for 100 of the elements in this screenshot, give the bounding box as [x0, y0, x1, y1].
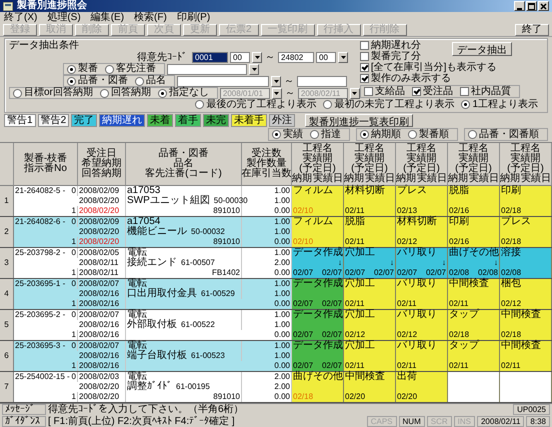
print-button[interactable]: 製番別進捗一覧表印刷 [305, 114, 414, 127]
radio-button[interactable] [105, 64, 114, 74]
due-date: 02/12 [397, 330, 418, 340]
caret-icon [352, 92, 358, 94]
radio-label: 実績 [283, 130, 303, 140]
table-cell: 61-00195 [176, 382, 210, 392]
radio-button[interactable] [310, 130, 319, 139]
group-title: データ抽出条件 [9, 40, 80, 51]
due-date: 02/11 [345, 361, 364, 370]
menu-item[interactable]: 終了(X) [4, 12, 38, 23]
menu-item[interactable]: 検索(F) [134, 12, 167, 23]
legend-chip: 納期遅れ [99, 114, 146, 127]
down-arrow: ↓ [390, 258, 394, 268]
table-cell: 接続エンド [127, 258, 177, 268]
dropdown-button[interactable] [271, 76, 281, 86]
maximize-icon [528, 2, 535, 10]
key-indicator: NUM [398, 416, 425, 427]
due-date: 02/07 [293, 268, 314, 278]
table-row[interactable]: 5 25-203695-2 - 0 1 2008/02/07 2008/02/16 2008/02/16 電転 外部取付板 61-00522 1.00 1.00 0.00 データ作成 02/07 02/07 穴加工 02/12 バリ取り 02/12 タップ 02/18 中間検査 02/18 [0, 310, 552, 341]
table-cell: 21-264082-5 - [15, 186, 66, 196]
dropdown-button[interactable] [252, 52, 262, 62]
process-name: 曲げその他 [293, 372, 342, 382]
radio-button[interactable] [100, 88, 109, 98]
table-cell: 1 [72, 299, 76, 309]
process-name: 中間検査 [345, 372, 386, 382]
due-date: 02/12 [345, 330, 366, 340]
dropdown-button[interactable] [350, 88, 360, 98]
dropdown-button[interactable] [272, 88, 282, 98]
table-cell: 1.00 [274, 320, 290, 330]
due-date: 02/11 [345, 206, 364, 216]
dropdown-button[interactable] [249, 64, 259, 74]
checkbox-label: 納期遅れ分 [370, 40, 421, 50]
due-date: 02/11 [449, 361, 468, 371]
radio-button[interactable] [323, 100, 332, 109]
header-label: 希望納期 [82, 159, 122, 169]
table-cell: 2008/02/16 [79, 361, 120, 371]
radio-button[interactable] [135, 76, 144, 86]
radio-button[interactable] [461, 100, 470, 109]
radio-label: 回答納期 [110, 88, 151, 98]
order-number-field[interactable] [167, 64, 247, 74]
row-number: 2 [4, 227, 9, 237]
table-cell: 2.00 [274, 382, 290, 392]
due-date: 02/12 [501, 299, 522, 308]
table-row[interactable]: 7 25-254002-15 - 0 1 2008/02/03 2008/02/20 2008/02/20 電転 調整ｶﾞｲﾄﾞ 61-00195 891010 2.00 2.00 0.00 曲げその他 02/18 中間検査 02/20 出荷 02/20 [0, 372, 552, 403]
table-row[interactable]: 6 25-203695-3 - 0 1 2008/02/07 2008/02/16 2008/02/16 電転 端子台取付板 61-00523 1.00 1.00 0.00 データ作成 02/07 02/07 穴加工 02/11 バリ取り 02/11 タップ 02/11 中間検査 02/11 [0, 341, 552, 372]
table-cell: 1 [72, 237, 76, 247]
radio-button[interactable] [67, 64, 76, 74]
due-date: 02/10 [293, 206, 314, 216]
maximize-button[interactable] [526, 1, 537, 11]
table-cell: 2008/02/20 [79, 227, 120, 237]
radio-button[interactable] [67, 76, 76, 86]
due-date: 02/10 [293, 237, 314, 247]
due-date: 02/13 [397, 206, 418, 216]
table-cell: 0.00 [274, 237, 290, 247]
header-label: 実績日 [313, 174, 343, 184]
radio-button[interactable] [408, 130, 417, 139]
menu-item[interactable]: 編集(E) [90, 12, 124, 23]
table-row[interactable]: 1 21-264082-5 - 0 1 2008/02/09 2008/02/20 2008/02/20 a17053 SWPユニット組図 50-00030 891010 1.00 1.00 0.00 フィルム 02/10 材料切断 02/11 プレス 02/13 脱脂 02/16 印刷 02/18 [0, 186, 552, 217]
menu-item[interactable]: 処理(S) [47, 12, 81, 23]
table-row[interactable]: 2 21-264082-6 - 0 1 2008/02/09 2008/02/20 2008/02/20 a17054 機能ビニール 50-00032 891010 1.00 1.00 0.00 フィルム 02/10 脱脂 02/11 材料切断 02/12 印刷 02/16 プレス 02/18 [0, 217, 552, 248]
checkbox[interactable] [360, 63, 369, 72]
radio-label: 目標or回答納期 [24, 88, 93, 98]
radio-button[interactable] [13, 88, 22, 98]
customer-code-field[interactable]: 0001 [192, 52, 228, 62]
dropdown-button[interactable] [338, 52, 348, 62]
radio-button[interactable] [158, 88, 167, 98]
header-label: 回答納期 [82, 169, 122, 179]
menu-item[interactable]: 印刷(P) [176, 12, 210, 23]
process-name: バリ取り [397, 341, 438, 351]
header-label: 実績開(予定日) [455, 154, 492, 174]
customer-code-field[interactable]: 24802 [278, 52, 314, 62]
table-cell: 2008/02/11 [79, 268, 118, 278]
radio-button[interactable] [272, 130, 281, 139]
table-cell: 2008/02/20 [79, 237, 120, 247]
toolbar-button[interactable]: 終了 [515, 24, 549, 36]
due-date: 02/07 [293, 330, 314, 340]
radio-button[interactable] [468, 130, 477, 139]
table-row[interactable]: 3 25-203798-2 - 0 1 2008/02/05 2008/02/11 2008/02/11 電転 接続エンド 61-00507 FB1402 1.00 2.00 0.00 データ作成 ↓ 02/07 02/07 穴加工 ↓ 02/07 02/07 バリ取り ↓ 02/07 02/07 曲げその他 ↓ 02/08 02/08 溶接 02/08 [0, 248, 552, 279]
header-label: 実績日 [521, 174, 551, 184]
table-cell: a17054 [127, 217, 160, 227]
checkbox[interactable] [360, 74, 369, 83]
checkbox[interactable] [360, 52, 369, 61]
minimize-button[interactable] [514, 1, 525, 11]
part-number-field[interactable] [297, 76, 347, 86]
branch-field[interactable]: 00 [316, 52, 336, 62]
checkbox[interactable] [460, 87, 469, 96]
branch-field[interactable]: 00 [230, 52, 250, 62]
down-arrow: ↓ [494, 258, 498, 268]
part-number-field[interactable] [177, 76, 269, 86]
due-date: 02/11 [397, 361, 416, 370]
radio-label: 品名 [146, 76, 166, 86]
radio-button[interactable] [195, 100, 204, 109]
checkbox[interactable] [364, 87, 373, 96]
radio-button[interactable] [360, 130, 369, 139]
extract-button[interactable]: データ抽出 [452, 42, 512, 56]
close-button[interactable] [538, 1, 549, 11]
table-row[interactable]: 4 25-203695-1 - 0 1 2008/02/07 2008/02/16 2008/02/16 電転 口出用取付金具 61-00529 1.00 1.00 0.00 データ作成 02/07 02/07 穴加工 02/11 バリ取り 02/11 中間検査 02/11 梱包 02/12 [0, 279, 552, 310]
checkbox[interactable] [360, 41, 369, 50]
checkbox[interactable] [412, 87, 421, 96]
process-name: 材料切断 [345, 186, 386, 196]
